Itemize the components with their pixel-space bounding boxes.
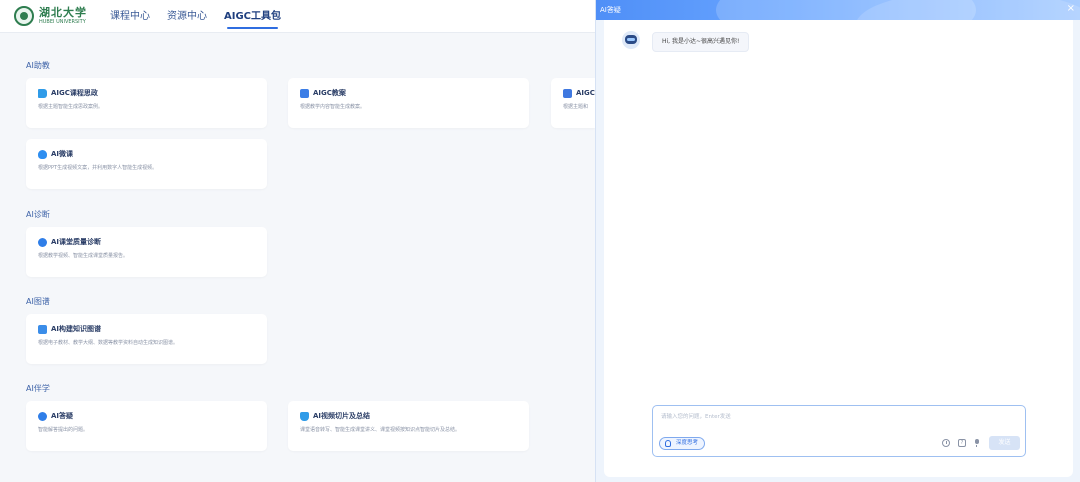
card-ai-class-quality[interactable]: AI课堂质量诊断 根据教学视频、智能生成课堂质量报告。 bbox=[26, 227, 267, 277]
card-title: AI构建知识图谱 bbox=[51, 325, 102, 333]
bot-avatar bbox=[622, 31, 640, 49]
card-title: AIGC教案 bbox=[313, 89, 346, 97]
card-ai-video-slicing[interactable]: AI视频切片及总结 课堂语音转写、智能生成课堂讲义、课堂视频按知识点智能切片及总… bbox=[288, 401, 529, 451]
card-title: AI课堂质量诊断 bbox=[51, 238, 102, 246]
logo-subtitle: HUBEI UNIVERSITY bbox=[39, 19, 86, 25]
card-desc: 根据PPT生成视频文案，并利用数字人智能生成视频。 bbox=[38, 165, 158, 171]
lightbulb-icon bbox=[665, 440, 671, 447]
card-ai-microlecture[interactable]: AI微课 根据PPT生成视频文案，并利用数字人智能生成视频。 bbox=[26, 139, 267, 189]
graduation-cap-icon bbox=[300, 412, 309, 421]
card-title: AIGC课程思政 bbox=[51, 89, 98, 97]
flame-icon bbox=[38, 150, 47, 159]
card-ai-knowledge-graph[interactable]: AI构建知识图谱 根据电子教材、教学大纲、数据等教学资料自动生成知识图谱。 bbox=[26, 314, 267, 364]
chat-input-box[interactable]: 请输入您的问题，Enter发送 深度思考 ? 发送 bbox=[652, 405, 1026, 457]
diagnosis-icon bbox=[38, 238, 47, 247]
card-desc: 课堂语音转写、智能生成课堂讲义、课堂视频按知识点智能切片及总结。 bbox=[300, 427, 461, 433]
ai-qa-panel: AI答疑 × Hi, 我是小达~很高兴遇见你! 请输入您的问题，Enter发送 … bbox=[595, 0, 1080, 482]
card-title: AI视频切片及总结 bbox=[313, 412, 371, 420]
panel-title: AI答疑 bbox=[600, 6, 621, 14]
chat-body: Hi, 我是小达~很高兴遇见你! 请输入您的问题，Enter发送 深度思考 ? … bbox=[604, 20, 1073, 477]
deep-think-toggle[interactable]: 深度思考 bbox=[659, 437, 706, 450]
graph-icon bbox=[38, 325, 47, 334]
card-aigc-partial[interactable]: AIGC 根据主题和 bbox=[551, 78, 595, 128]
greeting-message: Hi, 我是小达~很高兴遇见你! bbox=[652, 32, 750, 52]
section-title-ai-companion: AI伴学 bbox=[26, 384, 50, 393]
card-desc: 智能解答提出的问题。 bbox=[38, 427, 89, 433]
card-aigc-ideology[interactable]: AIGC课程思政 根据主题智能生成思政案例。 bbox=[26, 78, 267, 128]
deep-think-label: 深度思考 bbox=[676, 440, 699, 446]
university-seal-icon bbox=[14, 6, 34, 26]
edit-doc-icon bbox=[563, 89, 572, 98]
card-desc: 根据主题和 bbox=[563, 104, 589, 110]
card-title: AIGC bbox=[576, 89, 595, 97]
section-title-ai-graph: AI图谱 bbox=[26, 297, 50, 306]
close-icon[interactable]: × bbox=[1067, 3, 1075, 15]
chat-input-placeholder[interactable]: 请输入您的问题，Enter发送 bbox=[661, 413, 731, 421]
university-logo[interactable]: 湖北大学 HUBEI UNIVERSITY bbox=[14, 6, 96, 28]
book-icon bbox=[300, 89, 309, 98]
card-title: AI答疑 bbox=[51, 412, 74, 420]
card-title: AI微课 bbox=[51, 150, 74, 158]
flag-icon bbox=[38, 89, 47, 98]
card-ai-qa[interactable]: AI答疑 智能解答提出的问题。 bbox=[26, 401, 267, 451]
question-icon bbox=[38, 412, 47, 421]
section-title-ai-diagnosis: AI诊断 bbox=[26, 210, 50, 219]
panel-header: AI答疑 × bbox=[596, 0, 1080, 20]
card-desc: 根据教学内容智能生成教案。 bbox=[300, 104, 366, 110]
robot-icon bbox=[625, 35, 637, 44]
help-icon[interactable]: ? bbox=[958, 439, 966, 447]
tab-resource-center[interactable]: 资源中心 bbox=[167, 10, 207, 23]
card-aigc-lesson-plan[interactable]: AIGC教案 根据教学内容智能生成教案。 bbox=[288, 78, 529, 128]
send-button[interactable]: 发送 bbox=[989, 436, 1020, 450]
tab-course-center[interactable]: 课程中心 bbox=[110, 10, 150, 23]
card-desc: 根据教学视频、智能生成课堂质量报告。 bbox=[38, 253, 129, 259]
logo-name: 湖北大学 bbox=[39, 6, 87, 19]
history-clock-icon[interactable] bbox=[942, 439, 950, 447]
section-title-ai-assistant: AI助教 bbox=[26, 61, 50, 70]
microphone-icon[interactable] bbox=[973, 439, 981, 447]
card-desc: 根据电子教材、教学大纲、数据等教学资料自动生成知识图谱。 bbox=[38, 340, 179, 346]
tab-aigc-toolkit[interactable]: AIGC工具包 bbox=[224, 10, 281, 29]
card-desc: 根据主题智能生成思政案例。 bbox=[38, 104, 104, 110]
